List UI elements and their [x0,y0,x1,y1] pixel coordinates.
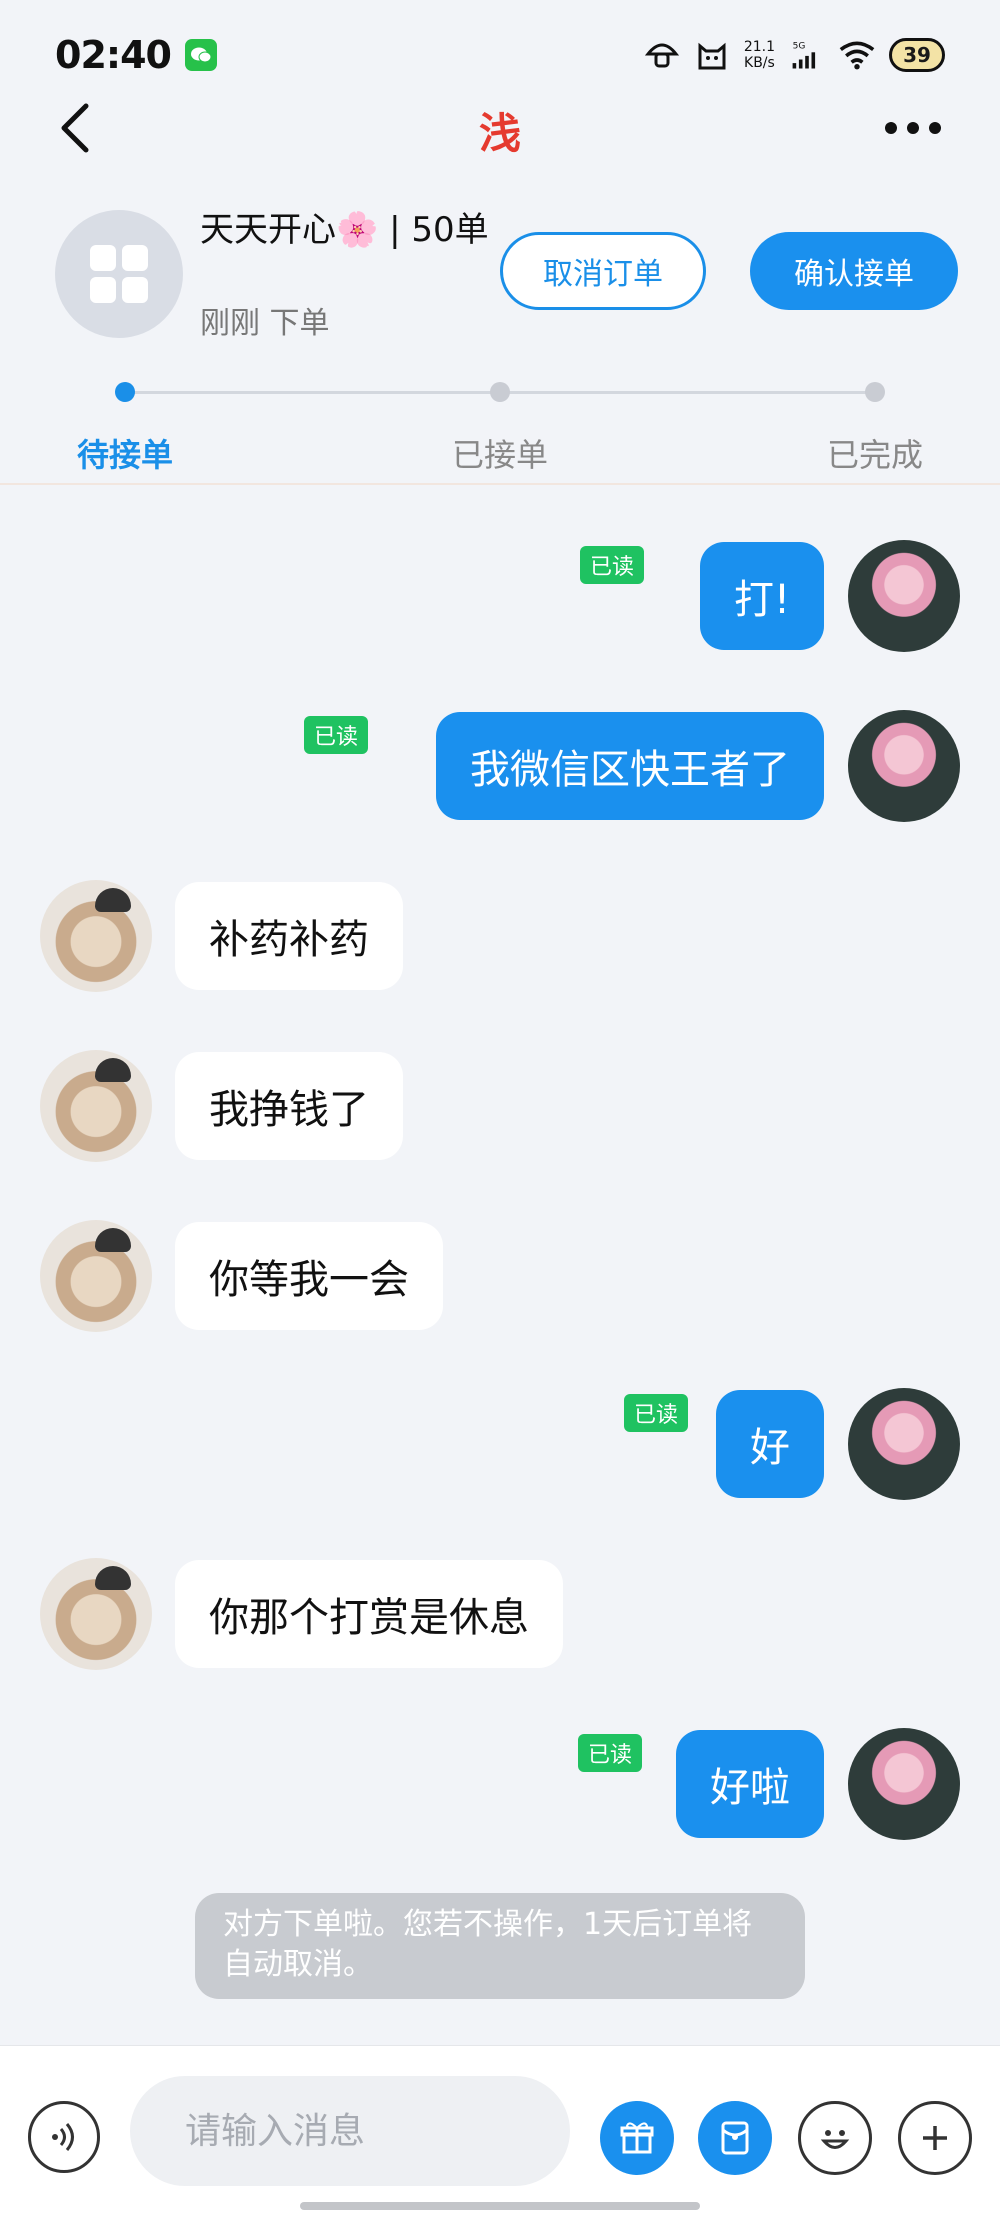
order-progress: 待接单 已接单 已完成 [0,375,1000,485]
message-row: 你等我一会 [0,1220,1000,1340]
grid-icon [90,245,148,303]
cat-icon [694,38,730,72]
message-bubble-received[interactable]: 补药补药 [175,882,403,990]
system-notice: 对方下单啦。您若不操作，1天后订单将自动取消。 [195,1893,805,1999]
message-row: 已读 好 [0,1388,1000,1508]
mushroom-icon [644,38,680,72]
voice-input-icon[interactable] [28,2101,100,2173]
order-app-avatar [55,210,183,338]
message-row: 已读 我微信区快王者了 [0,710,1000,830]
read-badge: 已读 [577,1734,642,1772]
step-label-accepted: 已接单 [451,436,548,474]
step-dot-accepted [490,382,510,402]
red-packet-icon[interactable] [698,2101,772,2175]
nav-bar: 浅 [0,90,1000,165]
read-badge: 已读 [579,546,644,584]
input-bar [0,2045,1000,2215]
status-time: 02:40 [55,33,172,77]
wifi-icon [839,38,875,72]
message-bubble-received[interactable]: 你等我一会 [175,1222,443,1330]
add-more-icon[interactable] [898,2101,972,2175]
more-options-icon[interactable] [885,108,955,148]
message-bubble-received[interactable]: 我挣钱了 [175,1052,403,1160]
contact-avatar[interactable] [40,1558,152,1670]
message-bubble-received[interactable]: 你那个打赏是休息 [175,1560,563,1668]
my-avatar[interactable] [848,710,960,822]
my-avatar[interactable] [848,1728,960,1840]
net-speed: 21.1 KB/s [743,39,775,71]
step-dot-completed [865,382,885,402]
message-row: 已读 打! [0,540,1000,660]
message-bubble-sent[interactable]: 好啦 [676,1730,824,1838]
contact-avatar[interactable] [40,1050,152,1162]
emoji-icon[interactable] [798,2101,872,2175]
gift-icon[interactable] [600,2101,674,2175]
order-title: 天天开心🌸 | 50单 [200,210,489,250]
contact-avatar[interactable] [40,1220,152,1332]
step-dot-pending [115,382,135,402]
cancel-order-button[interactable]: 取消订单 [500,232,706,310]
battery-indicator: 39 [889,38,945,72]
message-row: 你那个打赏是休息 [0,1558,1000,1678]
cellular-signal-icon: 5G [789,38,825,72]
page-title: 浅 [478,109,521,158]
message-bubble-sent[interactable]: 好 [716,1390,824,1498]
message-row: 已读 好啦 [0,1728,1000,1848]
message-input[interactable] [130,2076,570,2186]
order-card: 天天开心🌸 | 50单 刚刚 下单 取消订单 确认接单 [0,200,1000,350]
message-bubble-sent[interactable]: 我微信区快王者了 [436,712,824,820]
step-label-completed: 已完成 [826,436,923,474]
order-time: 刚刚 下单 [200,306,330,341]
message-row: 补药补药 [0,880,1000,1000]
step-label-pending: 待接单 [76,436,173,474]
confirm-order-button[interactable]: 确认接单 [750,232,958,310]
read-badge: 已读 [303,716,368,754]
contact-avatar[interactable] [40,880,152,992]
message-bubble-sent[interactable]: 打! [699,542,824,650]
wechat-icon [184,39,217,71]
my-avatar[interactable] [848,540,960,652]
home-indicator[interactable] [300,2202,700,2210]
my-avatar[interactable] [848,1388,960,1500]
svg-text:5G: 5G [793,42,806,52]
message-row: 我挣钱了 [0,1050,1000,1170]
read-badge: 已读 [623,1394,688,1432]
